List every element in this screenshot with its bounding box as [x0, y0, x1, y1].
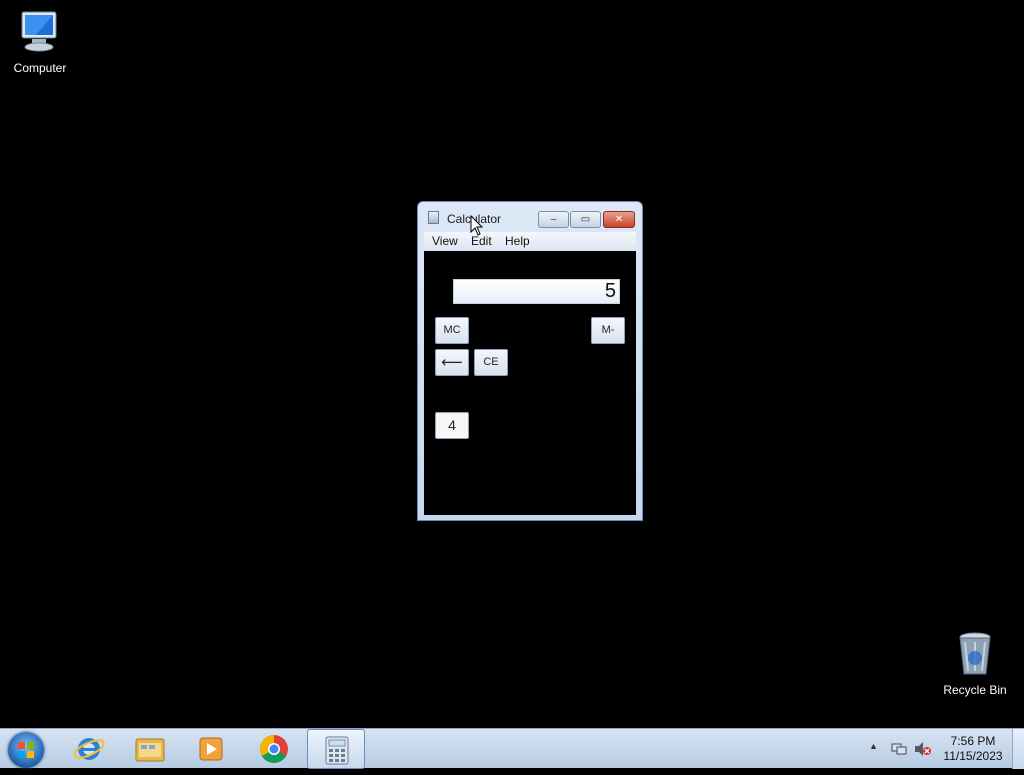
recycle-bin-icon — [959, 632, 991, 675]
taskbar: ▲ 7:56 PM 11/15/2023 — [0, 728, 1024, 769]
desktop-icon-recycle-bin[interactable]: Recycle Bin — [935, 630, 1015, 697]
backspace-button[interactable]: ⟵ — [435, 349, 469, 376]
taskbar-windows-explorer[interactable] — [121, 729, 179, 769]
memory-clear-button[interactable]: MC — [435, 317, 469, 344]
taskbar-media-player[interactable] — [182, 729, 240, 769]
close-icon: ✕ — [614, 214, 624, 225]
media-player-icon — [199, 737, 223, 761]
menu-bar: View Edit Help — [424, 232, 636, 250]
windows-explorer-icon — [135, 738, 165, 762]
calculator-window: Calculator ‒ ▭ ✕ View Edit Help 5 MC M- … — [417, 201, 643, 521]
mouse-cursor-icon — [470, 215, 484, 236]
close-button[interactable]: ✕ — [603, 211, 635, 228]
show-desktop-button[interactable] — [1012, 729, 1024, 769]
digit-4-button[interactable]: 4 — [435, 412, 469, 439]
calculator-body: 5 MC M- ⟵ CE 4 — [424, 251, 636, 515]
network-icon[interactable] — [891, 741, 907, 757]
result-display: 5 — [453, 279, 620, 304]
calculator-icon — [325, 736, 349, 765]
memory-subtract-button[interactable]: M- — [591, 317, 625, 344]
desktop-icon-computer[interactable]: Computer — [0, 8, 80, 75]
computer-icon — [21, 11, 57, 52]
clear-entry-button[interactable]: CE — [474, 349, 508, 376]
internet-explorer-icon — [73, 738, 105, 760]
calculator-icon — [428, 211, 439, 224]
system-clock[interactable]: 7:56 PM 11/15/2023 — [940, 734, 1006, 764]
desktop-icon-label: Recycle Bin — [943, 683, 1007, 697]
clock-date: 11/15/2023 — [943, 749, 1003, 763]
title-bar[interactable]: Calculator ‒ ▭ ✕ — [418, 202, 642, 232]
minimize-button[interactable]: ‒ — [538, 211, 569, 228]
taskbar-calculator[interactable] — [307, 729, 365, 769]
maximize-button[interactable]: ▭ — [570, 211, 601, 228]
menu-help[interactable]: Help — [505, 234, 530, 248]
chrome-icon — [260, 735, 288, 763]
show-hidden-icons-icon[interactable]: ▲ — [869, 741, 878, 751]
taskbar-chrome[interactable] — [245, 729, 303, 769]
taskbar-internet-explorer[interactable] — [60, 729, 118, 769]
start-button[interactable] — [8, 732, 44, 768]
minimize-icon: ‒ — [550, 214, 557, 225]
maximize-icon: ▭ — [580, 214, 591, 225]
clock-time: 7:56 PM — [950, 734, 996, 748]
desktop-icon-label: Computer — [13, 61, 67, 75]
menu-view[interactable]: View — [432, 234, 458, 248]
volume-muted-icon[interactable] — [914, 741, 932, 757]
